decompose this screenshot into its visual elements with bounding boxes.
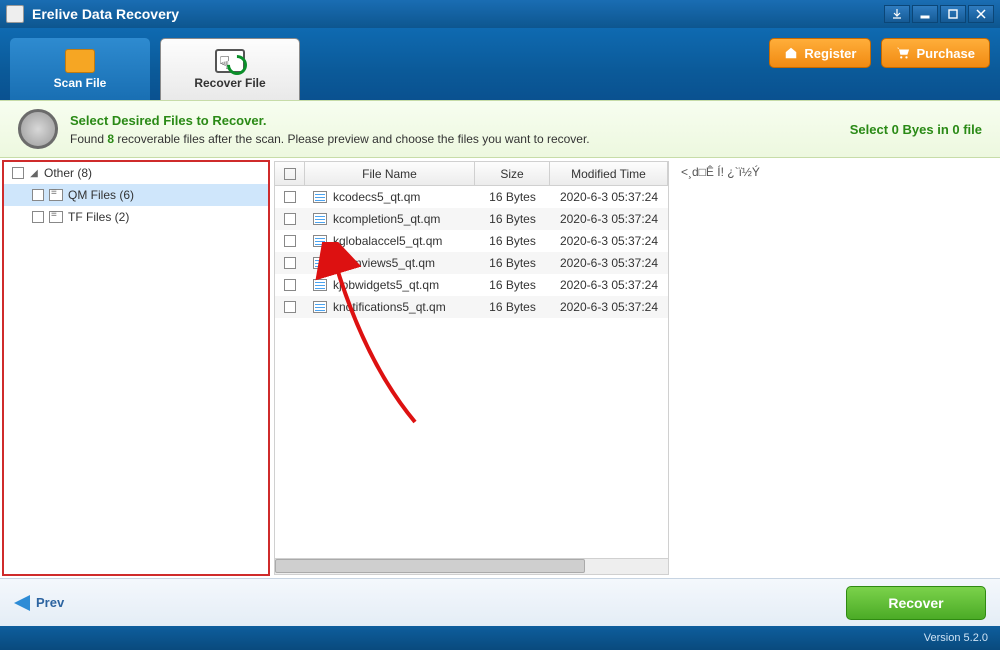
tree-item-label: TF Files (2) — [68, 210, 129, 224]
file-time: 2020-6-3 05:37:24 — [550, 190, 668, 204]
tree-root-row[interactable]: ◢ Other (8) — [4, 162, 268, 184]
house-icon — [784, 46, 798, 60]
folder-icon — [65, 49, 95, 73]
file-name: kitemviews5_qt.qm — [333, 256, 435, 270]
table-row[interactable]: kitemviews5_qt.qm 16 Bytes2020-6-3 05:37:… — [275, 252, 668, 274]
checkbox[interactable] — [284, 301, 296, 313]
purchase-button[interactable]: Purchase — [881, 38, 990, 68]
banner-subtitle: Found 8 recoverable files after the scan… — [70, 132, 590, 146]
table-row[interactable]: knotifications5_qt.qm 16 Bytes2020-6-3 05… — [275, 296, 668, 318]
file-icon — [313, 257, 327, 269]
file-icon — [49, 189, 63, 201]
checkbox[interactable] — [284, 257, 296, 269]
tree-item-label: QM Files (6) — [68, 188, 134, 202]
header-checkbox-cell[interactable] — [275, 162, 305, 185]
register-label: Register — [804, 46, 856, 61]
file-icon — [313, 279, 327, 291]
header-filename[interactable]: File Name — [305, 162, 475, 185]
checkbox[interactable] — [284, 213, 296, 225]
table-row[interactable]: kcodecs5_qt.qm 16 Bytes2020-6-3 05:37:24 — [275, 186, 668, 208]
purchase-label: Purchase — [916, 46, 975, 61]
table-row[interactable]: kglobalaccel5_qt.qm 16 Bytes2020-6-3 05:3… — [275, 230, 668, 252]
file-icon — [313, 301, 327, 313]
app-icon — [6, 5, 24, 23]
file-size: 16 Bytes — [475, 190, 550, 204]
titlebar: Erelive Data Recovery — [0, 0, 1000, 28]
monitor-refresh-icon: ☟ — [215, 49, 245, 73]
banner-title: Select Desired Files to Recover. — [70, 113, 590, 128]
main-area: ◢ Other (8) QM Files (6) TF Files (2) Fil… — [0, 158, 1000, 578]
tab-recover-file[interactable]: ☟ Recover File — [160, 38, 300, 100]
footer: Prev Recover — [0, 578, 1000, 626]
prev-button[interactable]: Prev — [14, 595, 64, 611]
file-name: kcompletion5_qt.qm — [333, 212, 440, 226]
horizontal-scrollbar[interactable] — [275, 558, 668, 574]
file-time: 2020-6-3 05:37:24 — [550, 278, 668, 292]
table-row[interactable]: kjobwidgets5_qt.qm 16 Bytes2020-6-3 05:37… — [275, 274, 668, 296]
file-name: kcodecs5_qt.qm — [333, 190, 420, 204]
file-size: 16 Bytes — [475, 212, 550, 226]
version-label: Version 5.2.0 — [924, 632, 988, 644]
prev-label: Prev — [36, 595, 64, 610]
file-icon — [49, 211, 63, 223]
minimize-button[interactable] — [912, 5, 938, 23]
checkbox[interactable] — [284, 279, 296, 291]
tab-recover-label: Recover File — [194, 76, 265, 90]
close-button[interactable] — [968, 5, 994, 23]
maximize-button[interactable] — [940, 5, 966, 23]
arrow-left-icon — [14, 595, 30, 611]
cart-icon — [896, 46, 910, 60]
recover-button[interactable]: Recover — [846, 586, 986, 620]
sidebar-tree: ◢ Other (8) QM Files (6) TF Files (2) — [2, 160, 270, 576]
file-time: 2020-6-3 05:37:24 — [550, 300, 668, 314]
file-time: 2020-6-3 05:37:24 — [550, 234, 668, 248]
info-banner: Select Desired Files to Recover. Found 8… — [0, 100, 1000, 158]
file-size: 16 Bytes — [475, 234, 550, 248]
tab-scan-file[interactable]: Scan File — [10, 38, 150, 100]
checkbox[interactable] — [284, 191, 296, 203]
collapse-icon[interactable]: ◢ — [29, 168, 39, 179]
tree-root-label: Other (8) — [44, 166, 92, 180]
table-row[interactable]: kcompletion5_qt.qm 16 Bytes2020-6-3 05:37… — [275, 208, 668, 230]
checkbox[interactable] — [32, 189, 44, 201]
file-size: 16 Bytes — [475, 300, 550, 314]
statusbar: Version 5.2.0 — [0, 626, 1000, 650]
register-button[interactable]: Register — [769, 38, 871, 68]
file-time: 2020-6-3 05:37:24 — [550, 256, 668, 270]
tab-scan-label: Scan File — [54, 76, 107, 90]
tree-item[interactable]: QM Files (6) — [4, 184, 268, 206]
file-icon — [313, 235, 327, 247]
file-icon — [313, 191, 327, 203]
file-name: kglobalaccel5_qt.qm — [333, 234, 442, 248]
file-time: 2020-6-3 05:37:24 — [550, 212, 668, 226]
file-table: File Name Size Modified Time kcodecs5_qt… — [274, 161, 669, 575]
header-size[interactable]: Size — [475, 162, 550, 185]
file-size: 16 Bytes — [475, 278, 550, 292]
file-size: 16 Bytes — [475, 256, 550, 270]
magnifier-icon — [18, 109, 58, 149]
checkbox[interactable] — [12, 167, 24, 179]
cursor-icon: ☟ — [219, 53, 230, 74]
preview-pane: <¸d□Ê Í! ¿`ï½Ý — [675, 161, 994, 575]
header-modified[interactable]: Modified Time — [550, 162, 668, 185]
file-table-header: File Name Size Modified Time — [275, 162, 668, 186]
file-icon — [313, 213, 327, 225]
file-name: kjobwidgets5_qt.qm — [333, 278, 439, 292]
file-name: knotifications5_qt.qm — [333, 300, 446, 314]
checkbox[interactable] — [284, 235, 296, 247]
download-button[interactable] — [884, 5, 910, 23]
scrollbar-thumb[interactable] — [275, 559, 585, 573]
preview-text: <¸d□Ê Í! ¿`ï½Ý — [681, 165, 760, 179]
tree-item[interactable]: TF Files (2) — [4, 206, 268, 228]
selection-status: Select 0 Byes in 0 file — [850, 122, 982, 137]
checkbox[interactable] — [32, 211, 44, 223]
app-title: Erelive Data Recovery — [32, 6, 179, 22]
header: Scan File ☟ Recover File Register Purcha… — [0, 28, 1000, 100]
